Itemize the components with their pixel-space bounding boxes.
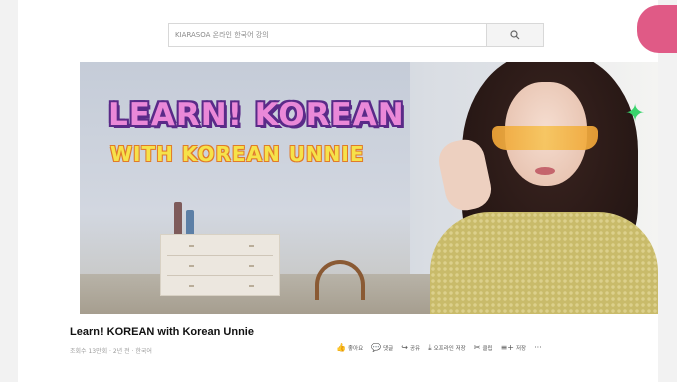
like-button[interactable]: 👍 좋아요 (336, 343, 364, 353)
clip-button[interactable]: ✂ 클립 (473, 343, 493, 353)
search-input[interactable]: KIARASOA 온라인 한국어 강의 (168, 23, 486, 47)
save-icon: ≡+ (500, 343, 514, 352)
thumbnail-title-line2: WITH KOREAN UNNIE (110, 142, 365, 166)
dresser (160, 234, 280, 296)
more-button[interactable]: ··· (534, 344, 542, 352)
clip-icon: ✂ (473, 343, 481, 352)
share-button[interactable]: ↪ 공유 (401, 343, 421, 353)
action-bar: 👍 좋아요 💬 댓글 ↪ 공유 ⤓ 오프라인 저장 ✂ 클립 ≡+ 저장 ··· (336, 343, 542, 353)
save-button[interactable]: ≡+ 저장 (500, 343, 527, 353)
comment-button[interactable]: 💬 댓글 (371, 343, 394, 353)
comment-icon: 💬 (371, 343, 382, 352)
save-label: 저장 (515, 346, 527, 352)
thumbnail-title-line1: LEARN! KOREAN (108, 97, 405, 133)
download-icon: ⤓ (428, 343, 432, 352)
video-meta: 조회수 13만회 · 2년 전 · 한국어 (70, 348, 152, 355)
bottle (174, 202, 182, 234)
video-player[interactable]: ✦ LEARN! KOREAN WITH KOREAN UNNIE (80, 62, 658, 314)
share-label: 공유 (409, 346, 421, 352)
download-label: 오프라인 저장 (433, 346, 466, 352)
comment-label: 댓글 (383, 346, 394, 352)
orange-glasses (492, 126, 598, 150)
search-icon (510, 30, 520, 40)
person-sweater (430, 212, 658, 314)
thumbs-up-icon: 👍 (336, 343, 346, 352)
more-icon: ··· (534, 343, 542, 352)
like-label: 좋아요 (347, 346, 364, 352)
corner-badge (637, 5, 677, 53)
download-button[interactable]: ⤓ 오프라인 저장 (428, 343, 466, 353)
search-button[interactable] (486, 23, 544, 47)
search-bar: KIARASOA 온라인 한국어 강의 (168, 23, 544, 49)
sparkle-icon: ✦ (624, 99, 646, 127)
person-lips (535, 167, 555, 175)
clip-label: 클립 (482, 346, 493, 352)
youtube-screen: KIARASOA 온라인 한국어 강의 ✦ LEARN! KOREAN WITH… (18, 0, 658, 382)
bottle (186, 210, 194, 234)
share-icon: ↪ (401, 343, 408, 352)
video-title: Learn! KOREAN with Korean Unnie (70, 326, 254, 338)
